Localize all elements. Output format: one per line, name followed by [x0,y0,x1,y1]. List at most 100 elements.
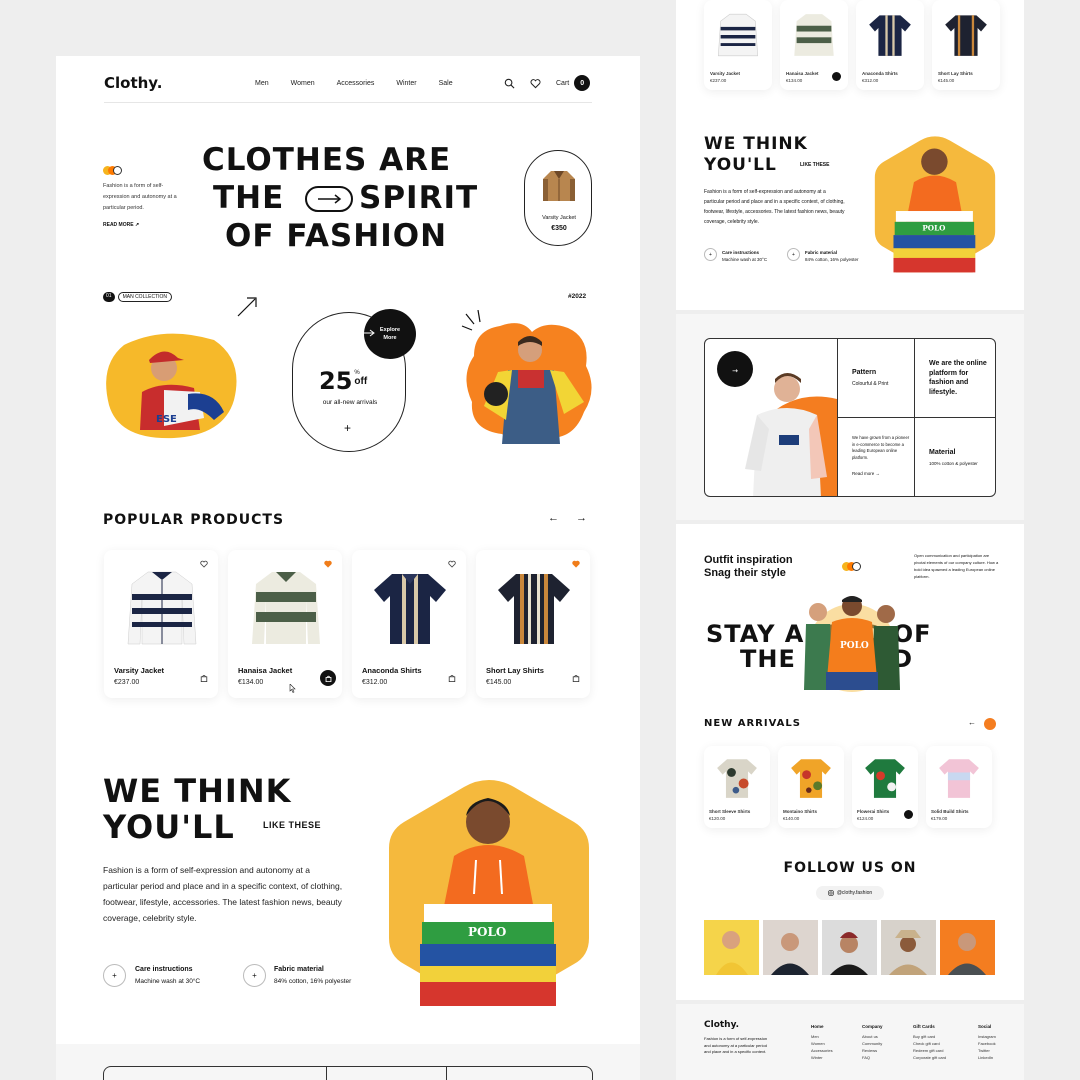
nav-accessories[interactable]: Accessories [337,80,375,87]
product-name[interactable]: Solid Build Shirts [931,808,969,815]
right-products-section: Varsity Jacket €237.00 Hanaisa Jacket €1… [676,0,1024,310]
footer-link[interactable]: Corporate gift card [913,1054,946,1061]
footer-link[interactable]: Reviews [862,1047,883,1054]
footer-link[interactable]: Community [862,1040,883,1047]
product-name[interactable]: Varsity Jacket [710,70,740,77]
bag-icon[interactable] [200,674,208,682]
add-to-bag-button[interactable] [832,72,841,81]
bag-icon [325,675,331,682]
read-more-link[interactable]: READ MORE ↗ [103,222,139,228]
footer-link[interactable]: Women [811,1040,833,1047]
arrow-right-icon [318,194,342,204]
heart-icon[interactable] [448,560,456,568]
hero-arrow-pill[interactable] [305,186,353,212]
think-description: Fashion is a form of self-expression and… [103,865,343,923]
footer-link[interactable]: About us [862,1033,883,1040]
think-headline-2: YOU'LL [103,808,235,846]
footer-link[interactable]: LinkedIn [978,1054,996,1061]
popular-next-button[interactable]: → [576,512,587,524]
footer-link[interactable]: Redeem gift card [913,1047,946,1054]
popular-prev-button[interactable]: ← [548,512,559,524]
add-to-bag-button[interactable] [904,810,913,819]
bag-icon[interactable] [448,674,456,682]
arrival-card[interactable]: Solid Build Shirts €179.00 [926,746,992,828]
popular-title: POPULAR PRODUCTS [103,512,285,528]
fabric-title: Fabric material [274,966,324,973]
heart-icon[interactable] [572,560,580,568]
toggle-dots[interactable] [842,562,862,571]
nav-winter[interactable]: Winter [396,80,416,87]
info-read-more-link[interactable]: Read more → [852,471,880,476]
search-icon[interactable] [504,78,515,89]
arrival-card[interactable]: Flowerai Shirts €124.00 [852,746,918,828]
toggle-dots[interactable] [103,166,123,175]
footer-col-home: Home Men Women Accessories Winter [811,1024,833,1061]
instagram-photo[interactable] [940,920,995,975]
product-card[interactable]: Anaconda Shirts €312.00 [352,550,466,698]
arrow-right-icon [352,329,375,337]
arrivals-title: NEW ARRIVALS [704,718,801,729]
arrival-card[interactable]: Short Sleeve Shirts €120.00 [704,746,770,828]
product-name[interactable]: Hanaisa Jacket [786,70,819,77]
product-card[interactable]: Short Lay Shirts €145.00 [476,550,590,698]
instagram-photo[interactable] [822,920,877,975]
instagram-handle-pill[interactable]: @clothy.fashion [816,886,884,900]
product-image [869,15,911,56]
cart-button[interactable]: Cart 0 [556,75,591,91]
product-name[interactable]: Short Lay Shirts [486,666,544,675]
arrivals-prev-button[interactable]: ← [968,718,976,727]
svg-text:POLO: POLO [840,641,869,651]
featured-product-pill[interactable]: Varsity Jacket €350 [524,150,592,246]
footer-link[interactable]: Buy gift card [913,1033,946,1040]
nav-men[interactable]: Men [255,80,269,87]
product-price: €179.00 [931,816,948,821]
arrival-card[interactable]: Montaino Shirts €140.00 [778,746,844,828]
product-name[interactable]: Short Lay Shirts [938,70,973,77]
mini-product-card[interactable]: Hanaisa Jacket €134.00 [780,0,848,90]
product-price: €237.00 [710,78,727,83]
footer-link[interactable]: Men [811,1033,833,1040]
nav-women[interactable]: Women [291,80,315,87]
arrivals-next-button[interactable] [984,718,996,730]
instagram-photo[interactable] [763,920,818,975]
heart-icon[interactable] [200,560,208,568]
product-name[interactable]: Hanaisa Jacket [238,666,292,675]
product-name[interactable]: Flowerai Shirts [857,808,889,815]
collection-tag: 01 MAN COLLECTION [103,292,173,302]
plus-icon[interactable]: + [344,421,351,435]
mini-product-card[interactable]: Anaconda Shirts €312.00 [856,0,924,90]
product-name[interactable]: Short Sleeve Shirts [709,808,750,815]
footer-link[interactable]: Winter [811,1054,833,1061]
fabric-plus-icon[interactable]: + [243,964,266,987]
product-name[interactable]: Anaconda Shirts [362,666,422,675]
product-image [945,15,987,56]
footer-link[interactable]: Instagram [978,1033,996,1040]
instagram-photo[interactable] [881,920,936,975]
fabric-plus-icon[interactable]: + [787,248,800,261]
care-plus-icon[interactable]: + [103,964,126,987]
heart-icon[interactable] [324,560,332,568]
product-card[interactable]: Hanaisa Jacket €134.00 [228,550,342,698]
footer-link[interactable]: Check gift card [913,1040,946,1047]
mini-product-card[interactable]: Short Lay Shirts €145.00 [932,0,1000,90]
add-to-bag-button[interactable] [320,670,336,686]
footer-link[interactable]: Accessories [811,1047,833,1054]
care-plus-icon[interactable]: + [704,248,717,261]
brand-logo[interactable]: Clothy. [104,74,162,92]
cart-label: Cart [556,79,570,87]
footer-link[interactable]: FAQ [862,1054,883,1061]
footer-link[interactable]: Twitter [978,1047,996,1054]
product-name[interactable]: Anaconda Shirts [862,70,898,77]
nav-sale[interactable]: Sale [439,80,453,87]
product-image [374,574,446,644]
info-grid-section: → Pattern Colourful & Print We are the o… [676,314,1024,520]
instagram-photo[interactable] [704,920,759,975]
bag-icon[interactable] [572,674,580,682]
footer-brand[interactable]: Clothy. [704,1020,739,1030]
product-card[interactable]: Varsity Jacket €237.00 [104,550,218,698]
product-name[interactable]: Montaino Shirts [783,808,817,815]
product-name[interactable]: Varsity Jacket [114,666,164,675]
mini-product-card[interactable]: Varsity Jacket €237.00 [704,0,772,90]
footer-link[interactable]: Facebook [978,1040,996,1047]
heart-icon[interactable] [530,78,541,89]
